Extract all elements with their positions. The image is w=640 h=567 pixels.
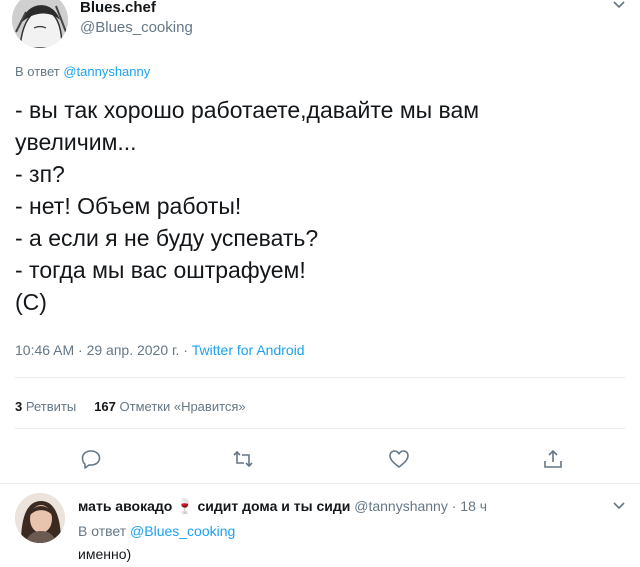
retweets-stat[interactable]: 3 Ретвиты (15, 399, 76, 414)
tweet-header: Blues.chef @Blues_cooking (0, 0, 640, 50)
chevron-down-icon[interactable] (612, 499, 626, 513)
retweet-button[interactable] (232, 448, 254, 470)
share-button[interactable] (542, 448, 564, 470)
likes-count: 167 (94, 399, 116, 414)
like-button[interactable] (388, 448, 410, 470)
reply-display-name[interactable]: мать авокадо 🍷 сидит дома и ты сиди (78, 498, 350, 514)
tweet-meta: 10:46 AM · 29 апр. 2020 г. · Twitter for… (15, 342, 305, 358)
reply-handle[interactable]: @tannyshanny · 18 ч (354, 498, 487, 514)
avatar-illustration (12, 0, 68, 48)
reply-context: В ответ @Blues_cooking (78, 523, 235, 539)
reply-icon (81, 450, 101, 469)
retweet-icon (233, 450, 253, 468)
retweets-label: Ретвиты (25, 399, 77, 414)
tweet-timestamp[interactable]: 10:46 AM · 29 апр. 2020 г. · (15, 342, 188, 358)
like-icon (389, 450, 409, 468)
share-icon (544, 449, 562, 468)
reply-prefix: В ответ (78, 523, 127, 539)
reply-prefix: В ответ (15, 64, 60, 79)
likes-label: Отметки «Нравится» (119, 399, 246, 414)
divider (15, 377, 625, 378)
reply-tweet[interactable]: мать авокадо 🍷 сидит дома и ты сиди @tan… (0, 483, 640, 567)
avatar-photo (15, 493, 65, 543)
retweets-count: 3 (15, 399, 23, 414)
reply-button[interactable] (80, 448, 102, 470)
reply-mention-link[interactable]: @tannyshanny (63, 64, 150, 79)
avatar[interactable] (15, 493, 65, 543)
reply-text: именно) (78, 546, 132, 562)
avatar[interactable] (12, 0, 68, 48)
tweet-stats: 3 Ретвиты 167 Отметки «Нравится» (15, 399, 246, 414)
likes-stat[interactable]: 167 Отметки «Нравится» (94, 399, 245, 414)
reply-context: В ответ @tannyshanny (15, 64, 150, 79)
display-name[interactable]: Blues.chef (80, 0, 156, 16)
chevron-down-icon[interactable] (612, 0, 626, 12)
user-handle[interactable]: @Blues_cooking (80, 19, 193, 36)
reply-author-line: мать авокадо 🍷 сидит дома и ты сиди @tan… (78, 498, 487, 515)
divider (15, 428, 625, 429)
reply-mention-link[interactable]: @Blues_cooking (130, 523, 235, 539)
tweet-text: - вы так хорошо работаете,давайте мы вам… (15, 97, 480, 315)
tweet-source-link[interactable]: Twitter for Android (192, 342, 305, 358)
